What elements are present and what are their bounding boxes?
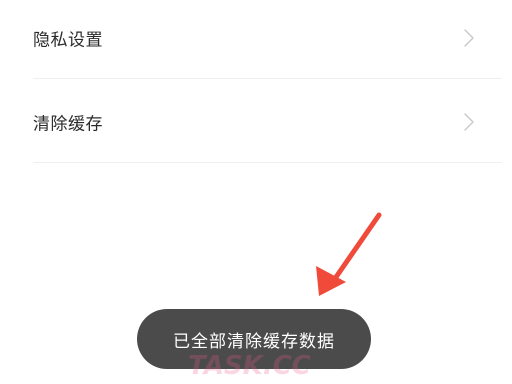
toast-message: 已全部清除缓存数据 xyxy=(137,309,371,369)
settings-item-privacy[interactable]: 隐私设置 xyxy=(0,8,512,68)
settings-item-clear-cache[interactable]: 清除缓存 xyxy=(0,92,512,152)
settings-item-label: 隐私设置 xyxy=(33,30,103,51)
toast-text: 已全部清除缓存数据 xyxy=(173,331,335,352)
divider xyxy=(33,78,502,79)
divider xyxy=(33,162,502,163)
chevron-right-icon xyxy=(464,29,474,47)
chevron-right-icon xyxy=(464,113,474,131)
settings-item-label: 清除缓存 xyxy=(33,114,103,135)
